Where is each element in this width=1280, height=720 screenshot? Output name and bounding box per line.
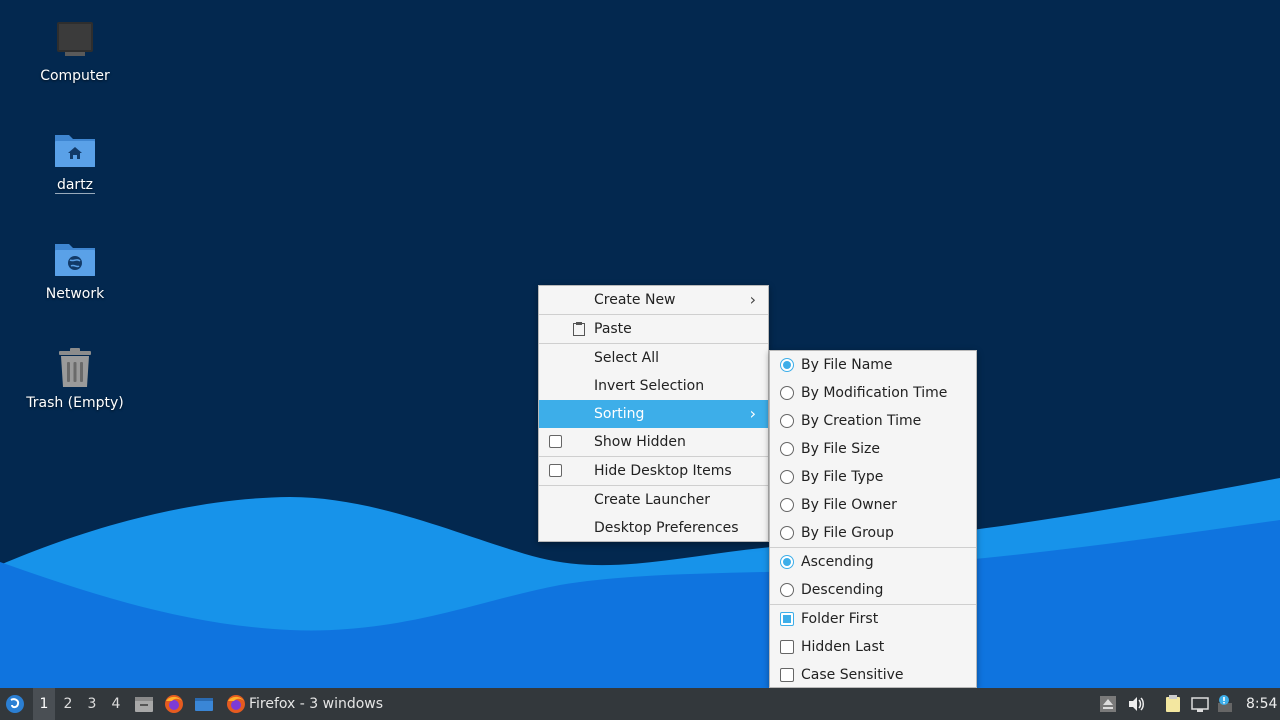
- checkbox[interactable]: [780, 612, 794, 626]
- radio-button[interactable]: [780, 386, 794, 400]
- menu-item-label: Hide Desktop Items: [594, 463, 732, 479]
- sort-by-file-name[interactable]: By File Name: [770, 351, 976, 379]
- radio-button[interactable]: [780, 555, 794, 569]
- desktop-icon-home-folder[interactable]: dartz: [20, 127, 130, 194]
- menu-item-label: Select All: [594, 350, 659, 366]
- trash-icon: [59, 348, 91, 387]
- eject-icon[interactable]: [1099, 695, 1117, 713]
- order-descending[interactable]: Descending: [770, 576, 976, 604]
- menu-item-select-all[interactable]: Select All: [539, 344, 768, 372]
- menu-item-create-launcher[interactable]: Create Launcher: [539, 486, 768, 514]
- menu-item-label: Show Hidden: [594, 434, 686, 450]
- menu-item-label: Sorting: [594, 406, 645, 422]
- desktop-icon-label: dartz: [54, 177, 96, 194]
- radio-button[interactable]: [780, 583, 794, 597]
- menu-item-label: By File Group: [801, 525, 894, 541]
- menu-item-invert-selection[interactable]: Invert Selection: [539, 372, 768, 400]
- menu-item-label: Folder First: [801, 611, 879, 627]
- chevron-right-icon: ›: [749, 404, 756, 423]
- menu-item-desktop-preferences[interactable]: Desktop Preferences: [539, 514, 768, 542]
- radio-button[interactable]: [780, 442, 794, 456]
- desktop-icon-network[interactable]: Network: [20, 236, 130, 302]
- sort-by-file-owner[interactable]: By File Owner: [770, 491, 976, 519]
- radio-button[interactable]: [780, 526, 794, 540]
- menu-item-label: Paste: [594, 321, 632, 337]
- desktop-icon-computer[interactable]: Computer: [20, 18, 130, 84]
- desktop-icon-label: Trash (Empty): [26, 395, 124, 411]
- menu-item-label: Descending: [801, 582, 884, 598]
- menu-item-label: Invert Selection: [594, 378, 705, 394]
- sorting-submenu: By File Name By Modification Time By Cre…: [769, 350, 977, 688]
- computer-icon: [57, 22, 93, 56]
- home-folder-icon: [55, 135, 95, 167]
- file-manager-launcher-icon[interactable]: [134, 694, 154, 714]
- menu-item-label: By File Owner: [801, 497, 897, 513]
- chevron-right-icon: ›: [749, 290, 756, 309]
- option-hidden-last[interactable]: Hidden Last: [770, 633, 976, 661]
- menu-item-label: By File Size: [801, 441, 880, 457]
- sort-by-file-type[interactable]: By File Type: [770, 463, 976, 491]
- network-status-icon[interactable]: [1191, 695, 1209, 713]
- sort-by-file-group[interactable]: By File Group: [770, 519, 976, 547]
- sort-by-creation-time[interactable]: By Creation Time: [770, 407, 976, 435]
- sort-by-modification-time[interactable]: By Modification Time: [770, 379, 976, 407]
- option-case-sensitive[interactable]: Case Sensitive: [770, 661, 976, 689]
- menu-item-hide-desktop-items[interactable]: Hide Desktop Items: [539, 457, 768, 485]
- show-desktop-icon[interactable]: [194, 694, 214, 714]
- menu-item-paste[interactable]: Paste: [539, 315, 768, 343]
- show-hidden-checkbox[interactable]: [549, 435, 562, 448]
- task-firefox-windows[interactable]: Firefox - 3 windows: [249, 688, 383, 720]
- menu-item-label: Create Launcher: [594, 492, 711, 508]
- desktop-context-menu: Create New › Paste Select All Invert Sel…: [538, 285, 769, 542]
- menu-item-create-new[interactable]: Create New ›: [539, 286, 768, 314]
- radio-button[interactable]: [780, 470, 794, 484]
- workspace-3[interactable]: 3: [81, 688, 103, 720]
- firefox-launcher-icon[interactable]: [164, 694, 184, 714]
- volume-icon[interactable]: [1127, 695, 1145, 713]
- workspace-1[interactable]: 1: [33, 688, 55, 720]
- firefox-task-icon: [227, 695, 245, 713]
- taskbar: 1 2 3 4 Firefox - 3 windows 8:54: [0, 688, 1280, 720]
- menu-item-label: By File Type: [801, 469, 884, 485]
- notification-icon[interactable]: [1216, 695, 1234, 713]
- clock[interactable]: 8:54: [1246, 688, 1277, 720]
- sort-by-file-size[interactable]: By File Size: [770, 435, 976, 463]
- option-folder-first[interactable]: Folder First: [770, 605, 976, 633]
- menu-item-label: Create New: [594, 292, 676, 308]
- start-menu-icon[interactable]: [5, 694, 25, 714]
- desktop-icon-trash[interactable]: Trash (Empty): [20, 345, 130, 411]
- menu-item-sorting[interactable]: Sorting ›: [539, 400, 768, 428]
- menu-item-label: By Creation Time: [801, 413, 922, 429]
- clipboard-icon[interactable]: [1164, 695, 1182, 713]
- menu-item-label: Desktop Preferences: [594, 520, 739, 536]
- paste-icon: [573, 322, 585, 336]
- menu-item-show-hidden[interactable]: Show Hidden: [539, 428, 768, 456]
- menu-item-label: Case Sensitive: [801, 667, 904, 683]
- network-folder-icon: [55, 244, 95, 276]
- radio-button[interactable]: [780, 414, 794, 428]
- checkbox[interactable]: [780, 668, 794, 682]
- workspace-4[interactable]: 4: [105, 688, 127, 720]
- radio-button[interactable]: [780, 358, 794, 372]
- radio-button[interactable]: [780, 498, 794, 512]
- workspace-2[interactable]: 2: [57, 688, 79, 720]
- desktop-icon-label: Computer: [40, 68, 110, 84]
- menu-item-label: By File Name: [801, 357, 893, 373]
- menu-item-label: Hidden Last: [801, 639, 885, 655]
- checkbox[interactable]: [780, 640, 794, 654]
- hide-desktop-items-checkbox[interactable]: [549, 464, 562, 477]
- menu-item-label: Ascending: [801, 554, 874, 570]
- menu-item-label: By Modification Time: [801, 385, 948, 401]
- desktop-icon-label: Network: [45, 286, 105, 302]
- order-ascending[interactable]: Ascending: [770, 548, 976, 576]
